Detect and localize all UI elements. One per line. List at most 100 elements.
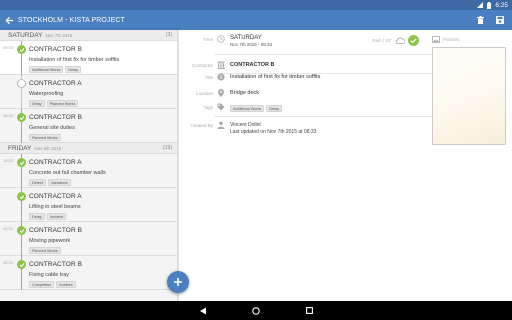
- entry-title: CONTRACTOR B: [29, 261, 83, 268]
- entry-detail: Time SATURDAY Nov 7th 2015 - 08:33 Rain …: [179, 30, 512, 301]
- tag-badge: Completion: [29, 281, 55, 288]
- pictures-label: Pictures: [443, 37, 460, 42]
- list-item[interactable]: 15:33 CONTRACTOR A Concrete out fall cha…: [0, 154, 177, 188]
- divider: [214, 116, 432, 117]
- signal-icon: [477, 2, 484, 8]
- check-icon: [17, 226, 26, 235]
- app-screen: 6:25 STOCKHOLM - KISTA PROJECT SATURDAY …: [0, 0, 512, 320]
- save-button[interactable]: [494, 10, 506, 30]
- app-bar: STOCKHOLM - KISTA PROJECT: [0, 10, 512, 30]
- save-icon: [496, 16, 504, 24]
- list-item[interactable]: 08:33 CONTRACTOR B Fixing cable tray Com…: [0, 256, 177, 290]
- entry-time: 08:33: [3, 260, 14, 265]
- entry-time: 15:33: [3, 158, 14, 163]
- system-nav-bar: [0, 301, 512, 320]
- entry-description: Lifting in steel beams: [29, 204, 81, 210]
- entry-title: CONTRACTOR A: [29, 159, 82, 166]
- battery-icon: [487, 1, 492, 9]
- list-item[interactable]: 08:33 CONTRACTOR B Installation of first…: [0, 41, 177, 75]
- entry-title: CONTRACTOR A: [29, 193, 82, 200]
- home-circle-icon: [252, 306, 260, 315]
- title-label: Title: [204, 75, 213, 80]
- status-bar: 6:25: [0, 0, 512, 10]
- list-item[interactable]: 08:33 CONTRACTOR B General site duties P…: [0, 109, 177, 143]
- clock-icon: [216, 35, 226, 43]
- detail-updated: Last updated on Nov 7th 2015 at 08:33: [230, 129, 317, 135]
- detail-time-row: Time SATURDAY Nov 7th 2015 - 08:33 Rain …: [179, 35, 419, 47]
- check-icon: [17, 113, 26, 122]
- detail-contractor-row: Contractor CONTRACTOR B: [179, 61, 419, 69]
- list-item[interactable]: CONTRACTOR A Waterproofing Delay Planned…: [0, 75, 177, 109]
- entry-title: CONTRACTOR B: [29, 114, 83, 121]
- add-entry-button[interactable]: [167, 271, 189, 293]
- list-item[interactable]: 08:33 CONTRACTOR B Moving pipework Plann…: [0, 222, 177, 256]
- tag-icon: [216, 103, 226, 111]
- location-label: Location: [195, 91, 213, 96]
- diary-list[interactable]: SATURDAY Nov 7th 2015 (3) 08:33 CONTRACT…: [0, 30, 178, 301]
- image-icon: [432, 36, 440, 43]
- trash-icon: [476, 16, 484, 24]
- detail-location: Bridge deck: [230, 90, 260, 96]
- tag-badge: Additional Works: [230, 105, 265, 112]
- nav-back-button[interactable]: [193, 301, 213, 320]
- detail-contractor: CONTRACTOR B: [230, 62, 275, 68]
- status-icons: 6:25: [477, 0, 508, 10]
- info-icon: [216, 73, 226, 81]
- day-name: SATURDAY: [8, 31, 43, 39]
- nav-recents-button[interactable]: [299, 301, 319, 320]
- tag-badge: Additional Works: [29, 66, 64, 73]
- detail-datetime: Nov 7th 2015 - 08:33: [230, 42, 273, 47]
- detail-created-row: Created By Vincent Dollet Last updated o…: [179, 121, 419, 135]
- entry-title: CONTRACTOR A: [29, 80, 82, 87]
- detail-title: Installation of first fix for timber sof…: [230, 74, 321, 80]
- back-button[interactable]: [0, 10, 18, 30]
- pin-icon: [216, 89, 226, 97]
- divider: [214, 54, 432, 55]
- app-title: STOCKHOLM - KISTA PROJECT: [18, 16, 125, 24]
- pending-circle-icon: [17, 79, 26, 88]
- entry-description: Moving pipework: [29, 238, 71, 244]
- tag-badge: Defect: [29, 179, 46, 186]
- entry-time: 08:33: [3, 113, 14, 118]
- entry-description: Fixing cable tray: [29, 272, 70, 278]
- tag-badge: Incident: [46, 213, 67, 220]
- list-item[interactable]: CONTRACTOR A Lifting in steel beams Dela…: [0, 188, 177, 222]
- delete-button[interactable]: [474, 10, 486, 30]
- tag-badge: Planned Works: [29, 247, 61, 254]
- detail-location-row: Location Bridge deck: [179, 89, 419, 97]
- tag-badge: Delay: [266, 105, 283, 112]
- detail-tags-row: Tags Additional Works Delay: [179, 103, 419, 112]
- tag-badge: Incident: [56, 281, 76, 288]
- day-header-friday: FRIDAY Nov 6th 2015 (19): [0, 143, 177, 154]
- day-date: Nov 7th 2015: [45, 32, 73, 38]
- building-icon: [216, 61, 226, 69]
- cloud-icon: [395, 37, 405, 44]
- entry-description: Installation of first fix for timber sof…: [29, 57, 120, 63]
- day-count: (19): [163, 145, 172, 151]
- check-icon: [17, 45, 26, 54]
- entry-description: Waterproofing: [29, 91, 64, 97]
- entry-description: General site duties: [29, 125, 75, 131]
- check-icon: [17, 192, 26, 201]
- entry-description: Concrete out fall chamber walls: [29, 170, 106, 176]
- time-label: Time: [203, 37, 213, 42]
- day-count: (3): [165, 32, 172, 38]
- person-icon: [216, 121, 226, 129]
- check-icon: [17, 260, 26, 269]
- detail-author: Vincent Dollet: [230, 122, 261, 128]
- picture-thumbnail[interactable]: [432, 47, 506, 145]
- recents-square-icon: [305, 307, 313, 314]
- day-name: FRIDAY: [8, 144, 32, 152]
- nav-home-button[interactable]: [246, 301, 266, 320]
- status-time: 6:25: [495, 1, 508, 9]
- detail-title-row: Title Installation of first fix for timb…: [179, 73, 419, 81]
- check-circle-icon[interactable]: [408, 35, 419, 46]
- tag-badge: Variations: [47, 179, 71, 186]
- entry-time: 08:33: [3, 45, 14, 50]
- created-label: Created By: [190, 123, 213, 128]
- tag-badge: Delay: [65, 66, 82, 73]
- arrow-left-icon: [4, 16, 13, 24]
- check-icon: [17, 158, 26, 167]
- day-date: Nov 6th 2015: [34, 145, 62, 151]
- pictures-header: Pictures: [432, 36, 459, 43]
